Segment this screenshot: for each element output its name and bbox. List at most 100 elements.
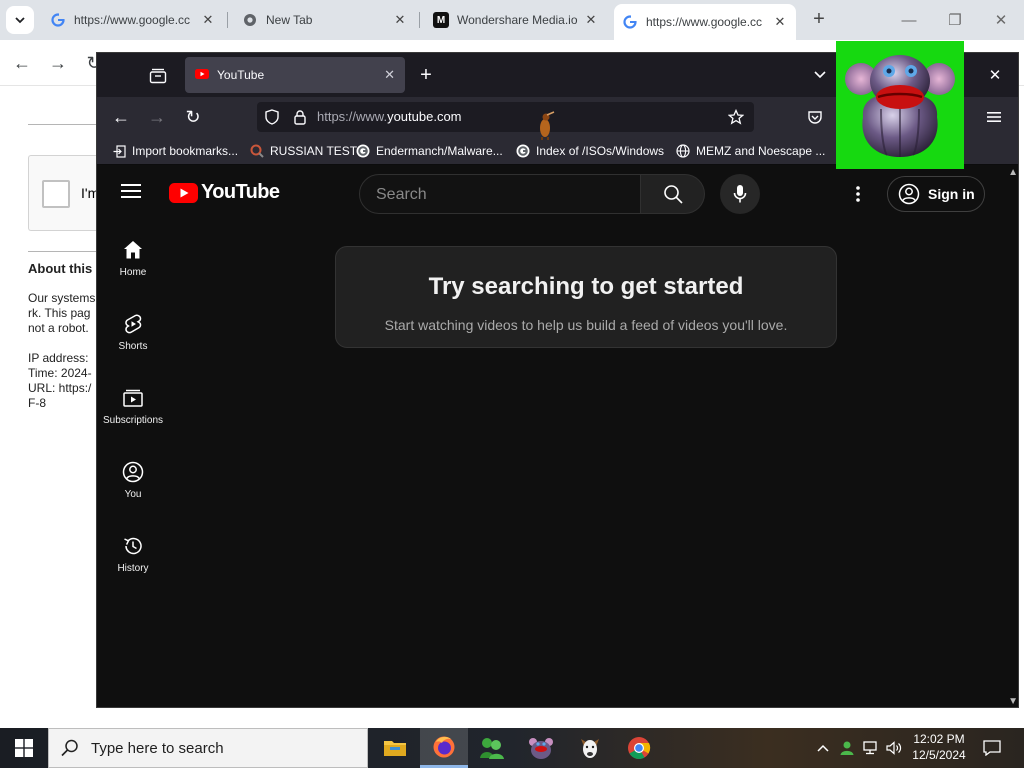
chrome-tab-4[interactable]: https://www.google.cc ✕ [614,4,796,40]
purple-monster-icon [529,738,553,759]
nav-item-you[interactable]: You [97,461,169,525]
clock-date: 12/5/2024 [912,748,966,762]
notification-icon [983,740,1001,756]
taskbar-app-firefox[interactable] [420,728,468,768]
taskbar-search-box[interactable]: Type here to search [48,728,368,768]
address-bar[interactable]: https://www.youtube.com [257,102,754,132]
back-button[interactable]: ← [9,50,35,76]
empty-feed-card: Try searching to get started Start watch… [335,246,837,348]
chrome-tab-title: New Tab [266,13,313,27]
windows-taskbar: Type here to search 12:02 PM 12/5/2024 [0,728,1024,768]
close-icon[interactable]: ✕ [772,14,788,30]
shorts-icon [125,314,142,334]
taskbar-app-dog[interactable] [566,728,614,768]
bookmark-import[interactable]: Import bookmarks... [111,143,238,159]
new-tab-button[interactable]: + [808,8,830,30]
settings-more-button[interactable] [847,183,869,205]
bookmark-russian-test[interactable]: RUSSIAN TEST [249,143,357,159]
scroll-up-icon[interactable]: ▲ [1008,167,1018,178]
bookmark-endermanch[interactable]: Endermanch/Malware... [355,143,503,159]
taskbar-app-chrome[interactable] [615,728,663,768]
restore-button[interactable]: ❐ [932,0,978,40]
sign-in-button[interactable]: Sign in [887,176,985,212]
tab-search-button[interactable] [6,6,34,34]
start-button[interactable] [0,728,48,768]
chrome-tab-3[interactable]: M Wondershare Media.io ✕ [425,6,607,34]
google-g-icon [622,14,638,30]
chrome-tab-1[interactable]: https://www.google.cc ✕ [42,6,224,34]
new-tab-button[interactable]: + [415,64,437,86]
youtube-favicon [195,68,209,82]
nav-label: History [117,563,149,574]
taskbar-app-purple-monster[interactable] [517,728,565,768]
popup-creature-window[interactable] [836,41,964,169]
dog-icon [581,739,599,758]
bookmark-label: Endermanch/Malware... [376,144,503,158]
lock-icon[interactable] [291,108,309,126]
nav-item-shorts[interactable]: Shorts [97,313,169,377]
nav-item-history[interactable]: History [97,535,169,599]
view-recent-tabs-icon[interactable] [147,65,169,87]
nav-label: Subscriptions [102,415,164,426]
pocket-icon[interactable] [804,106,826,128]
search-icon [663,185,683,204]
nav-label: Shorts [118,341,148,352]
back-button[interactable]: ← [110,106,132,128]
show-hidden-icons-button[interactable] [812,728,834,768]
nav-item-subscriptions[interactable]: Subscriptions [97,387,169,451]
scroll-down-icon[interactable]: ▼ [1008,696,1018,707]
google-g-icon [355,143,371,159]
sign-in-label: Sign in [928,186,975,202]
globe-icon [675,143,691,159]
taskbar-clock[interactable]: 12:02 PM 12/5/2024 [906,731,972,763]
close-icon[interactable]: ✕ [583,12,599,28]
media-io-icon: M [433,12,449,28]
chrome-tab-strip: https://www.google.cc ✕ New Tab ✕ M Wond… [0,0,1024,40]
search-button[interactable] [641,174,705,214]
info-text-line: URL: https:/ [28,381,92,395]
shield-icon[interactable] [263,108,281,126]
notifications-button[interactable] [978,728,1006,768]
voice-search-button[interactable] [720,174,760,214]
firefox-tab-youtube[interactable]: YouTube ✕ [185,57,405,93]
bookmark-label: Import bookmarks... [132,144,239,158]
close-window-button[interactable]: ✕ [984,64,1006,86]
more-vertical-icon [856,186,860,202]
tray-people-icon[interactable] [836,728,858,768]
about-heading: About this [28,261,93,276]
close-icon[interactable]: ✕ [384,67,395,83]
close-window-button[interactable]: ✕ [978,0,1024,40]
windows-logo-icon [15,739,33,757]
chrome-icon [242,12,258,28]
recaptcha-checkbox[interactable] [42,180,70,208]
close-icon[interactable]: ✕ [200,12,216,28]
forward-button[interactable]: → [146,106,168,128]
tab-divider [227,12,228,28]
account-icon [898,183,920,205]
chrome-tab-2[interactable]: New Tab ✕ [234,6,416,34]
youtube-logo-text: YouTube [201,181,280,203]
minimize-button[interactable]: — [886,0,932,40]
reload-button[interactable]: ↻ [182,106,204,128]
list-all-tabs-button[interactable] [809,64,831,86]
taskbar-app-file-explorer[interactable] [371,728,419,768]
bookmark-isos-windows[interactable]: Index of /ISOs/Windows [515,143,664,159]
taskbar-app-bonzi[interactable] [468,728,516,768]
bookmark-star-icon[interactable] [727,108,745,126]
close-icon[interactable]: ✕ [392,12,408,28]
youtube-play-icon [169,182,198,203]
volume-icon[interactable] [883,728,905,768]
nav-item-home[interactable]: Home [97,239,169,303]
guide-menu-icon[interactable] [121,183,141,202]
forward-button[interactable]: → [45,50,71,76]
hamburger-menu-icon[interactable] [983,106,1005,128]
file-explorer-icon [384,741,406,756]
bookmark-memz[interactable]: MEMZ and Noescape ... [675,143,825,159]
google-g-icon [515,143,531,159]
firefox-tab-title: YouTube [217,68,265,82]
history-icon [124,537,142,555]
network-icon[interactable] [860,728,882,768]
firefox-icon [433,736,455,757]
search-input[interactable]: Search [359,174,641,214]
youtube-logo[interactable]: YouTube [169,181,280,204]
